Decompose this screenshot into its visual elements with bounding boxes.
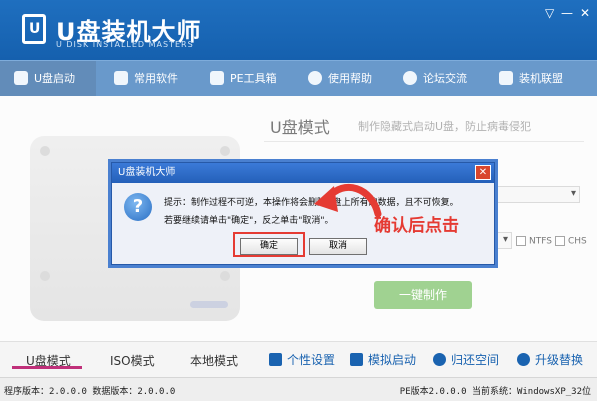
annotation-label: 确认后点击: [374, 216, 459, 236]
close-icon[interactable]: ✕: [475, 165, 491, 180]
restore-space-button[interactable]: 归还空间: [433, 351, 499, 368]
simulate-icon: [350, 353, 363, 366]
personal-settings-button[interactable]: 个性设置: [269, 351, 335, 368]
tab-iso-mode[interactable]: ISO模式: [110, 352, 155, 369]
active-tab-indicator: [12, 366, 82, 369]
settings-icon: [269, 353, 282, 366]
mode-tabs: U盘模式 ISO模式 本地模式 个性设置 模拟启动 归还空间 升级替换: [0, 341, 597, 377]
ok-highlight-frame: [233, 232, 305, 257]
simulate-boot-button[interactable]: 模拟启动: [350, 351, 416, 368]
tool-label: 归还空间: [451, 353, 500, 367]
app-subtitle: U DISK INSTALLED MASTERS: [56, 40, 194, 49]
usb-logo-icon: U: [22, 14, 46, 44]
logo-letter: U: [29, 21, 41, 37]
upgrade-icon: [517, 353, 530, 366]
tool-label: 升级替换: [535, 353, 584, 367]
minimize-button[interactable]: —: [561, 6, 573, 20]
skin-menu-icon[interactable]: ▽: [545, 6, 554, 20]
version-info: 程序版本：2.0.0.0 数据版本：2.0.0.0: [4, 387, 176, 397]
status-bar: 程序版本：2.0.0.0 数据版本：2.0.0.0 PE版本2.0.0.0 当前…: [0, 377, 597, 401]
tool-label: 模拟启动: [368, 353, 417, 367]
tool-label: 个性设置: [287, 353, 336, 367]
tab-local-mode[interactable]: 本地模式: [190, 352, 238, 369]
upgrade-button[interactable]: 升级替换: [517, 351, 583, 368]
app-header: U U盘装机大师 U DISK INSTALLED MASTERS ▽ — ✕: [0, 0, 597, 60]
restore-icon: [433, 353, 446, 366]
system-info: PE版本2.0.0.0 当前系统：WindowsXP_32位: [399, 387, 591, 397]
close-window-button[interactable]: ✕: [580, 6, 590, 20]
question-icon: ?: [124, 193, 152, 221]
